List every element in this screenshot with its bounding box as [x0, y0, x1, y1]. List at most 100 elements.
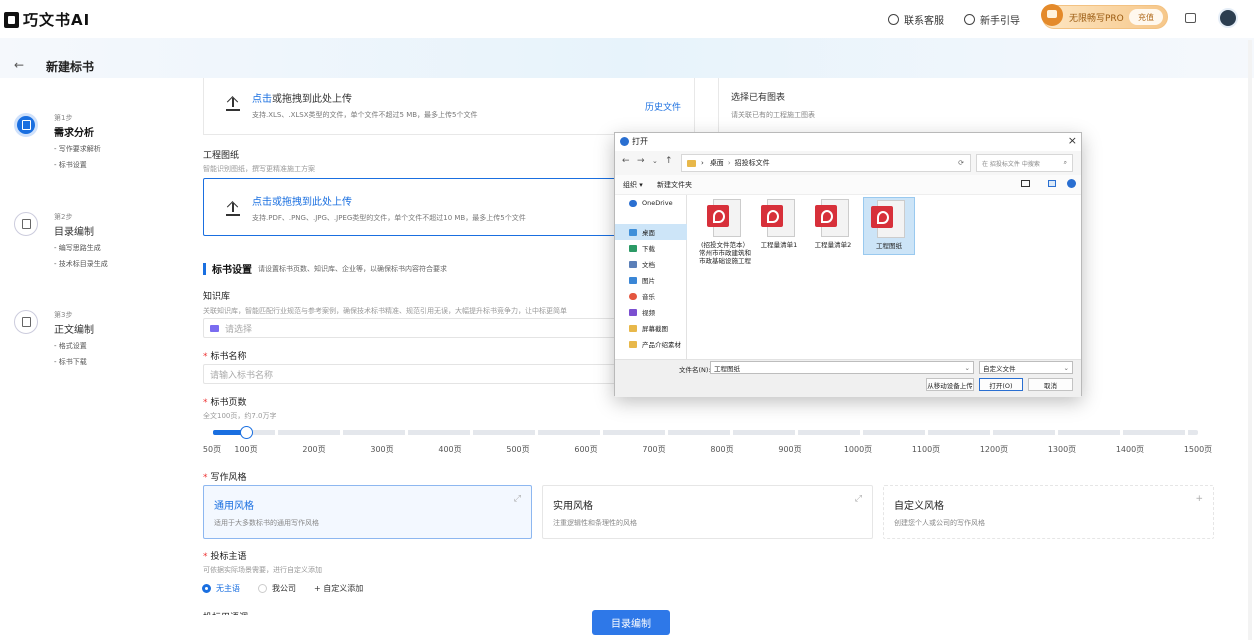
upload-title: 点击或拖拽到此处上传: [252, 90, 352, 105]
filetype-select[interactable]: 自定义文件 ⌄: [979, 361, 1073, 374]
tree-desktop[interactable]: 桌面: [615, 224, 687, 240]
up-arrow-icon[interactable]: ↑: [665, 156, 673, 166]
file-item-selected[interactable]: 工程图纸: [863, 197, 915, 255]
existing-charts-card[interactable]: 选择已有图表 请关联已有的工程施工图表: [718, 78, 1230, 135]
preview-pane-icon[interactable]: [1048, 180, 1056, 187]
upload-click-link[interactable]: 点击: [252, 94, 272, 105]
pages-slider-track[interactable]: [213, 430, 1198, 435]
view-icon[interactable]: [1021, 180, 1030, 187]
name-label-text: 标书名称: [210, 352, 247, 362]
slider-tick-label: 900页: [778, 445, 802, 454]
folder-icon: [629, 324, 637, 332]
add-custom-subject[interactable]: + 自定义添加: [314, 583, 363, 594]
back-icon[interactable]: ←: [14, 58, 24, 72]
refresh-icon[interactable]: ⟳: [958, 159, 964, 167]
style-desc: 注重逻辑性和条理性的风格: [553, 519, 637, 527]
pdf-icon: [707, 199, 743, 239]
step-sub-item[interactable]: - 格式设置: [54, 341, 87, 351]
history-files-link[interactable]: 历史文件: [645, 100, 681, 113]
step-2-circle: [14, 212, 38, 236]
logo-icon: [4, 11, 19, 28]
pdf-icon: [871, 200, 907, 240]
tree-pictures[interactable]: 图片: [615, 272, 687, 288]
tree-product-materials[interactable]: 产品介绍素材: [615, 336, 687, 352]
upload-from-mobile-button[interactable]: 从移动设备上传: [926, 378, 974, 391]
drawing-upload-title[interactable]: 点击或拖拽到此处上传: [252, 193, 352, 208]
kb-select[interactable]: 请选择: [203, 318, 623, 338]
radio-dot: [202, 584, 211, 593]
step-sub-item[interactable]: - 技术标目录生成: [54, 259, 108, 269]
slider-tick-label: 1300页: [1047, 445, 1077, 454]
style-card-practical[interactable]: 实用风格 注重逻辑性和条理性的风格 ⤢: [542, 485, 873, 539]
avatar[interactable]: [1218, 8, 1238, 28]
file-name: (招投文件范本）常州市市政建筑和市政基础设施工程: [699, 241, 751, 265]
radio-no-subject[interactable]: 无主语: [202, 583, 240, 594]
guide-link[interactable]: 新手引导: [964, 12, 1020, 27]
slider-tick-label: 400页: [438, 445, 462, 454]
tree-videos[interactable]: 视频: [615, 304, 687, 320]
style-label: * 写作风格: [203, 473, 247, 483]
new-folder-button[interactable]: 新建文件夹: [657, 180, 692, 190]
table-upload-area[interactable]: 点击或拖拽到此处上传 支持.XLS、.XLSX类型的文件，单个文件不超过5 MB…: [203, 78, 695, 135]
dialog-search-input[interactable]: 在 招投标文件 中搜索 ⌕: [976, 154, 1073, 172]
dialog-footer: 文件名(N): 工程图纸 ⌄ 自定义文件 ⌄ 从移动设备上传 打开(O) 取消: [615, 359, 1081, 397]
file-item[interactable]: 工程量清单2: [807, 197, 859, 249]
tree-screenshots[interactable]: 屏幕截图: [615, 320, 687, 336]
pro-label: 无限畅写PRO: [1069, 13, 1124, 24]
tree-label: 桌面: [642, 229, 655, 237]
search-icon: ⌕: [1063, 159, 1067, 166]
forward-arrow-icon[interactable]: →: [637, 156, 645, 166]
radio-our-company[interactable]: 我公司: [258, 583, 296, 594]
recent-chevron-icon[interactable]: ⌄: [652, 157, 658, 165]
step-sub-item[interactable]: - 编写思路生成: [54, 243, 101, 253]
expand-icon[interactable]: ⤢: [855, 494, 862, 504]
file-item[interactable]: 工程量清单1: [753, 197, 805, 249]
step-3-circle: [14, 310, 38, 334]
file-item[interactable]: (招投文件范本）常州市市政建筑和市政基础设施工程: [699, 197, 751, 265]
charge-button[interactable]: 充值: [1129, 9, 1163, 25]
help-icon[interactable]: [1067, 179, 1076, 188]
existing-title: 选择已有图表: [731, 93, 786, 103]
slider-tick-label: 800页: [710, 445, 734, 454]
logo[interactable]: 巧文书AI: [4, 9, 90, 30]
cut-off-label: 投标用语调: [203, 610, 248, 615]
open-button[interactable]: 打开(O): [979, 378, 1023, 391]
tree-music[interactable]: 音乐: [615, 288, 687, 304]
style-title: 通用风格: [214, 501, 254, 512]
inbox-icon[interactable]: [1185, 13, 1196, 23]
tree-label: 音乐: [642, 293, 655, 301]
slider-tick-label: 1400页: [1115, 445, 1145, 454]
address-bar[interactable]: › 桌面 › 招投标文件 ⟳: [681, 154, 971, 172]
contact-label: 联系客服: [904, 16, 944, 27]
folder-icon: [21, 120, 31, 130]
tree-downloads[interactable]: 下载: [615, 240, 687, 256]
organize-button[interactable]: 组织 ▾: [623, 180, 643, 190]
tree-documents[interactable]: 文档: [615, 256, 687, 272]
kb-hint: 关联知识库，智能匹配行业规范与参考案例，确保技术标书精准、规范引用无误，大幅提升…: [203, 307, 567, 315]
dialog-titlebar[interactable]: 打开 ×: [615, 133, 1081, 151]
style-desc: 适用于大多数标书的通用写作风格: [214, 519, 319, 527]
style-card-custom[interactable]: 自定义风格 创建您个人或公司的写作风格 +: [883, 485, 1214, 539]
tree-onedrive[interactable]: OneDrive: [615, 195, 687, 211]
add-icon[interactable]: +: [1195, 494, 1203, 504]
catalog-compile-button[interactable]: 目录编制: [592, 610, 670, 635]
close-icon[interactable]: ×: [1068, 134, 1077, 147]
contact-service-link[interactable]: 联系客服: [888, 12, 944, 27]
back-arrow-icon[interactable]: ←: [622, 156, 630, 166]
path-desktop[interactable]: 桌面: [710, 158, 724, 168]
bid-name-input[interactable]: 请输入标书名称: [203, 364, 623, 384]
chevron-down-icon[interactable]: ⌄: [965, 364, 970, 372]
style-card-general[interactable]: 通用风格 适用于大多数标书的通用写作风格 ⤢: [203, 485, 532, 539]
step-sub-item[interactable]: - 写作要求解析: [54, 144, 101, 154]
pages-slider-handle[interactable]: [240, 426, 253, 439]
filename-input[interactable]: 工程图纸 ⌄: [710, 361, 974, 374]
expand-icon[interactable]: ⤢: [514, 494, 521, 504]
folder-icon: [210, 324, 219, 332]
pro-upgrade-button[interactable]: 无限畅写PRO 充值: [1041, 4, 1168, 29]
step-sub-item[interactable]: - 标书设置: [54, 160, 87, 170]
cancel-button[interactable]: 取消: [1028, 378, 1073, 391]
step-1-circle: [14, 113, 38, 137]
page-scrollbar[interactable]: [1248, 40, 1252, 640]
step-sub-item[interactable]: - 标书下载: [54, 357, 87, 367]
path-folder[interactable]: 招投标文件: [735, 158, 770, 168]
